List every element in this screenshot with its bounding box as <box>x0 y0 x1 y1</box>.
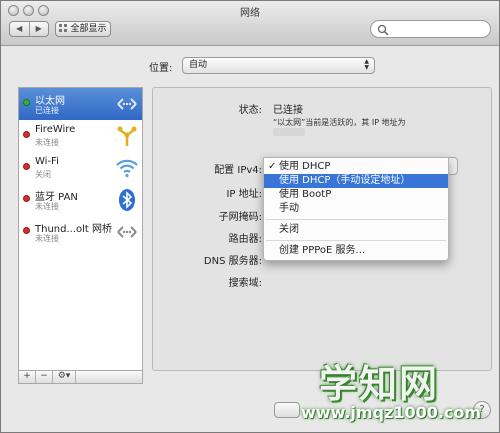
service-list: 以太网 已连接 FireWire 未连接 Wi-Fi 关闭 蓝牙 PAN 未连接… <box>18 87 143 383</box>
dns-server-label: DNS 服务器: <box>203 256 262 267</box>
service-list-toolbar: + − ⚙▾ <box>18 370 143 384</box>
service-status: 已连接 <box>35 106 59 115</box>
menu-item-off[interactable]: 关闭 <box>264 223 448 237</box>
menu-item-use-dhcp[interactable]: ✓ 使用 DHCP <box>264 160 448 174</box>
service-item-firewire[interactable]: FireWire 未连接 <box>19 120 142 152</box>
menu-item-use-bootp[interactable]: 使用 BootP <box>264 188 448 202</box>
router-label: 路由器: <box>228 234 262 245</box>
ip-address-redacted <box>273 128 305 136</box>
grid-icon <box>59 24 68 32</box>
status-value: 已连接 <box>273 105 303 116</box>
firewire-icon <box>117 126 137 146</box>
service-status: 关闭 <box>35 170 51 179</box>
location-popup[interactable]: 自动 ▲ ▼ <box>182 57 375 74</box>
status-dot <box>23 195 30 202</box>
search-field[interactable] <box>370 20 491 38</box>
status-description: “以太网”当前是活跃的，其 IP 地址为 <box>273 118 406 127</box>
navigation-buttons: ◀ ▶ <box>9 21 49 37</box>
remove-service-button[interactable]: − <box>36 371 53 383</box>
menu-item-dhcp-manual-address[interactable]: 使用 DHCP（手动设定地址） <box>264 174 448 188</box>
forward-button[interactable]: ▶ <box>30 22 49 36</box>
menu-item-label: 创建 PPPoE 服务... <box>279 245 366 256</box>
menu-item-manually[interactable]: 手动 <box>264 202 448 216</box>
checkmark-icon: ✓ <box>268 161 277 172</box>
service-name: Wi-Fi <box>35 156 59 167</box>
service-status: 未连接 <box>35 138 59 147</box>
service-item-bluetooth-pan[interactable]: 蓝牙 PAN 未连接 <box>19 184 142 216</box>
menu-item-label: 关闭 <box>279 224 299 235</box>
configure-ipv4-label: 配置 IPv4: <box>214 165 262 176</box>
configure-ipv4-popup[interactable] <box>449 157 458 175</box>
location-label: 位置: <box>149 63 173 74</box>
gear-menu-button[interactable]: ⚙▾ <box>53 371 76 383</box>
location-value: 自动 <box>189 60 208 70</box>
add-service-button[interactable]: + <box>19 371 36 383</box>
show-all-label: 全部显示 <box>70 24 107 34</box>
show-all-button[interactable]: 全部显示 <box>55 21 111 37</box>
ip-address-label: IP 地址: <box>226 189 262 200</box>
wifi-icon <box>116 159 138 178</box>
menu-item-label: 使用 DHCP（手动设定地址） <box>279 175 411 186</box>
service-name: FireWire <box>35 124 76 135</box>
assist-me-button[interactable] <box>274 402 300 418</box>
service-item-thunderbolt-bridge[interactable]: Thund...olt 网桥 未连接 <box>19 216 142 248</box>
bluetooth-icon <box>119 189 135 211</box>
service-item-wifi[interactable]: Wi-Fi 关闭 <box>19 152 142 184</box>
status-dot <box>23 227 30 234</box>
status-label: 状态: <box>238 105 262 116</box>
network-preferences-window: 网络 ◀ ▶ 全部显示 位置: 自动 ▲ ▼ 以太网 已连接 FireWire … <box>0 0 500 433</box>
service-status: 未连接 <box>35 202 59 211</box>
status-dot <box>23 163 30 170</box>
watermark-logo: 学知网 <box>319 362 440 406</box>
search-icon <box>377 24 389 36</box>
menu-item-create-pppoe[interactable]: 创建 PPPoE 服务... <box>264 244 448 258</box>
status-dot <box>23 99 30 106</box>
menu-separator <box>266 219 446 220</box>
watermark-url: www.jmqz1000.com <box>301 403 482 422</box>
search-domains-label: 搜索域: <box>228 278 262 289</box>
window-title: 网络 <box>240 8 260 19</box>
thunderbolt-bridge-icon <box>117 226 137 238</box>
title-bar: 网络 ◀ ▶ 全部显示 <box>1 1 499 46</box>
service-status: 未连接 <box>35 234 59 243</box>
back-button[interactable]: ◀ <box>10 22 30 36</box>
status-dot <box>23 131 30 138</box>
ethernet-icon <box>117 98 137 110</box>
subnet-mask-label: 子网掩码: <box>218 212 262 223</box>
updown-arrows-icon: ▲ ▼ <box>364 58 369 71</box>
menu-item-label: 手动 <box>279 203 299 214</box>
menu-separator <box>266 240 446 241</box>
service-item-ethernet[interactable]: 以太网 已连接 <box>19 88 142 120</box>
menu-item-label: 使用 BootP <box>279 189 332 200</box>
menu-item-label: 使用 DHCP <box>279 161 331 172</box>
configure-ipv4-menu: ✓ 使用 DHCP 使用 DHCP（手动设定地址） 使用 BootP 手动 关闭… <box>263 157 449 261</box>
